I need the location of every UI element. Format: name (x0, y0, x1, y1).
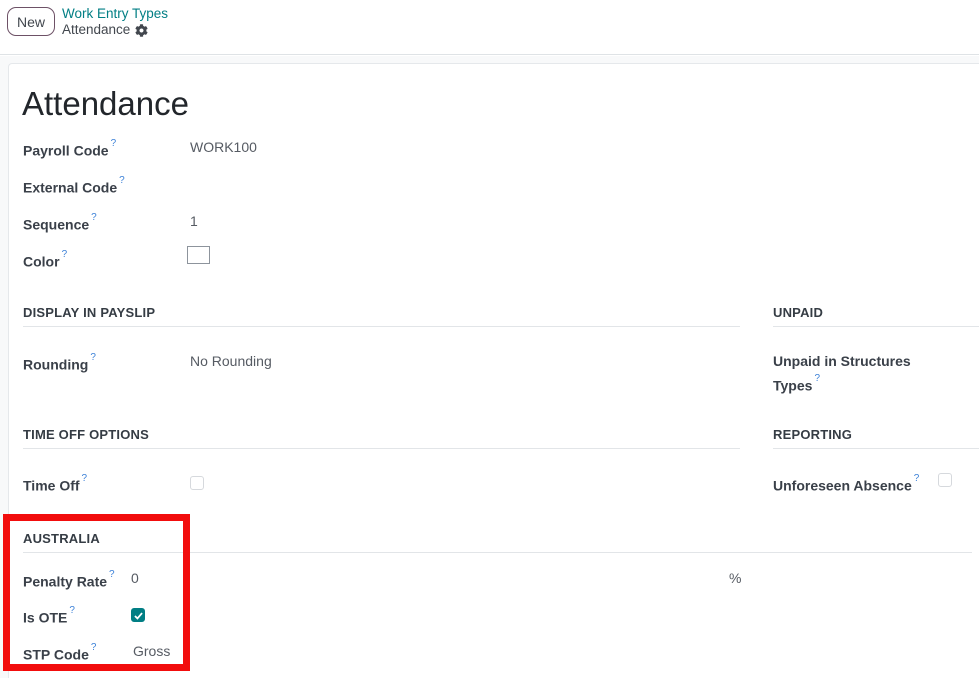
is-ote-checkbox[interactable] (131, 608, 145, 622)
sequence-label: Sequence? (23, 212, 190, 235)
field-row-is-ote: Is OTE? (23, 605, 145, 625)
unpaid-structures-label: Unpaid in Structures Types? (773, 350, 923, 397)
stp-code-label: STP Code? (23, 642, 131, 665)
payroll-code-label: Payroll Code? (23, 138, 190, 161)
time-off-label: Time Off? (23, 473, 190, 496)
work-entry-type-form-page: New Work Entry Types Attendance Attendan… (0, 0, 979, 678)
field-row-color: Color? (23, 249, 190, 269)
field-row-penalty-rate: Penalty Rate?0 % (23, 569, 740, 589)
rounding-label: Rounding? (23, 352, 190, 375)
help-icon[interactable]: ? (109, 569, 115, 580)
penalty-rate-suffix: % (729, 569, 741, 588)
penalty-rate-label: Penalty Rate? (23, 569, 131, 592)
section-reporting: REPORTING (773, 428, 979, 449)
record-title[interactable]: Attendance (22, 85, 189, 123)
new-button[interactable]: New (7, 7, 55, 36)
rounding-value[interactable]: No Rounding (190, 352, 272, 371)
help-icon[interactable]: ? (111, 138, 117, 149)
section-display-in-payslip: DISPLAY IN PAYSLIP (23, 306, 740, 327)
color-label: Color? (23, 249, 190, 272)
sequence-value[interactable]: 1 (190, 212, 198, 231)
help-icon[interactable]: ? (69, 605, 75, 616)
is-ote-label: Is OTE? (23, 605, 131, 628)
field-row-stp-code: STP Code?Gross (23, 642, 170, 662)
field-row-unpaid-structures: Unpaid in Structures Types? (773, 350, 933, 394)
help-icon[interactable]: ? (91, 642, 97, 653)
help-icon[interactable]: ? (82, 473, 88, 484)
field-row-unforeseen-absence: Unforeseen Absence? (773, 473, 973, 493)
help-icon[interactable]: ? (90, 352, 96, 363)
color-picker-swatch[interactable] (187, 246, 210, 264)
stp-code-value[interactable]: Gross (133, 642, 170, 661)
section-australia: AUSTRALIA (23, 532, 972, 553)
payroll-code-value[interactable]: WORK100 (190, 138, 257, 157)
section-time-off-options: TIME OFF OPTIONS (23, 428, 740, 449)
field-row-rounding: Rounding?No Rounding (23, 352, 272, 372)
help-icon[interactable]: ? (91, 212, 97, 223)
field-row-payroll-code: Payroll Code?WORK100 (23, 138, 257, 158)
breadcrumb-parent-link[interactable]: Work Entry Types (62, 6, 168, 22)
field-row-time-off: Time Off? (23, 473, 204, 493)
section-unpaid: UNPAID (773, 306, 979, 327)
unforeseen-absence-checkbox[interactable] (938, 473, 952, 487)
help-icon[interactable]: ? (119, 175, 125, 186)
breadcrumb-current: Attendance (62, 22, 130, 38)
external-code-label: External Code? (23, 175, 190, 198)
penalty-rate-value[interactable]: 0 (131, 569, 139, 588)
checkmark-icon (134, 612, 143, 620)
field-row-external-code: External Code? (23, 175, 190, 195)
help-icon[interactable]: ? (62, 249, 68, 260)
time-off-checkbox[interactable] (190, 476, 204, 490)
help-icon[interactable]: ? (914, 473, 920, 484)
gear-icon[interactable] (135, 24, 148, 37)
breadcrumb: Work Entry Types Attendance (62, 6, 168, 38)
field-row-sequence: Sequence?1 (23, 212, 198, 232)
unforeseen-absence-label: Unforeseen Absence? (773, 473, 919, 496)
control-panel: New Work Entry Types Attendance (0, 0, 979, 55)
help-icon[interactable]: ? (814, 373, 820, 384)
